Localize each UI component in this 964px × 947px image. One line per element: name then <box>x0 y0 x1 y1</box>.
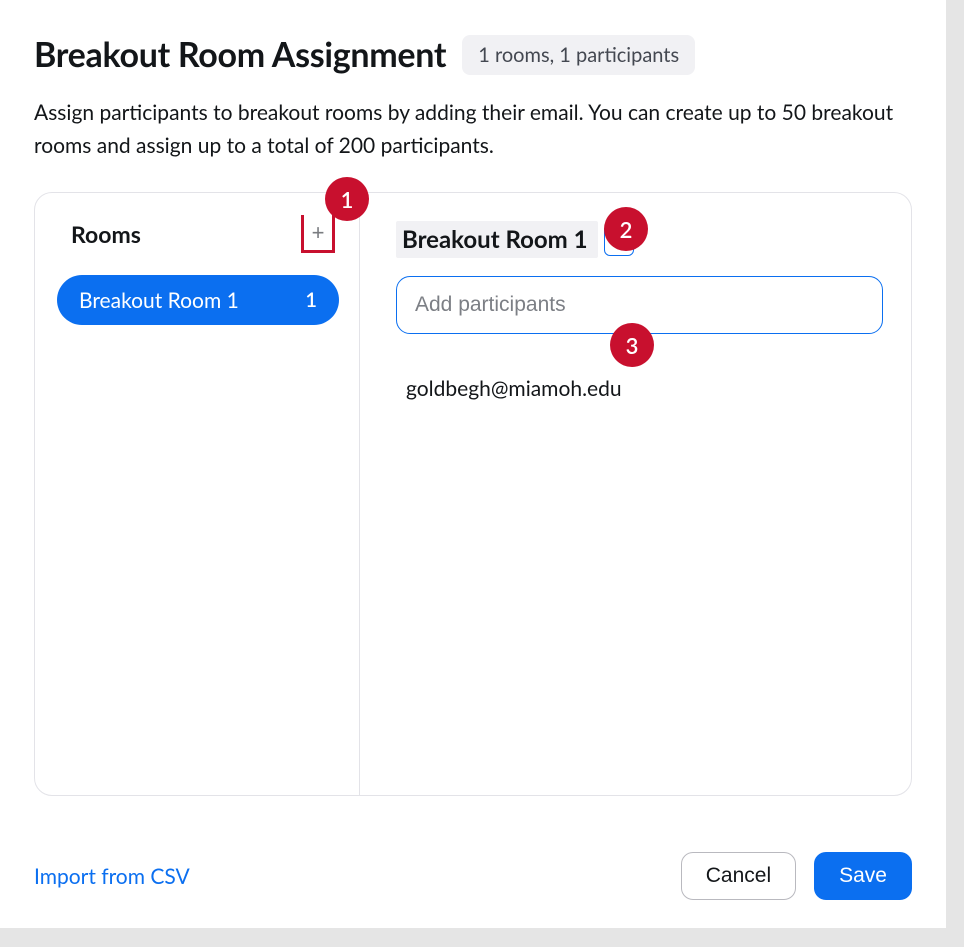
room-title-row: Breakout Room 1 <box>396 221 883 258</box>
add-room-button[interactable]: + <box>301 215 335 253</box>
header: Breakout Room Assignment 1 rooms, 1 part… <box>34 34 912 75</box>
rooms-panel: Rooms + Breakout Room 1 1 1 Breakout Roo… <box>34 192 912 796</box>
import-csv-link[interactable]: Import from CSV <box>34 864 190 889</box>
rooms-list-pane: Rooms + Breakout Room 1 1 1 <box>35 193 360 795</box>
rooms-header: Rooms + <box>57 215 339 253</box>
rooms-label: Rooms <box>71 220 141 248</box>
room-list-item[interactable]: Breakout Room 1 1 <box>57 275 339 325</box>
participants-input-wrap <box>396 276 883 334</box>
selected-room-title: Breakout Room 1 <box>396 221 598 258</box>
cancel-button[interactable]: Cancel <box>681 852 796 900</box>
participant-email: goldbegh@miamoh.edu <box>406 376 883 401</box>
room-detail-pane: Breakout Room 1 goldbegh@miamoh.edu 2 3 <box>360 193 911 795</box>
description-text: Assign participants to breakout rooms by… <box>34 97 894 162</box>
save-button[interactable]: Save <box>814 852 912 900</box>
plus-icon: + <box>312 222 325 244</box>
dialog-footer: Import from CSV Cancel Save <box>34 852 912 900</box>
participant-list: goldbegh@miamoh.edu <box>396 376 883 401</box>
footer-buttons: Cancel Save <box>681 852 912 900</box>
pencil-icon <box>611 230 627 249</box>
page-title: Breakout Room Assignment <box>34 34 446 75</box>
room-participant-count: 1 <box>305 288 317 312</box>
rename-room-button[interactable] <box>604 224 634 256</box>
add-room-wrap: + <box>301 215 335 253</box>
add-participants-input[interactable] <box>396 276 883 334</box>
breakout-room-dialog: Breakout Room Assignment 1 rooms, 1 part… <box>0 0 946 928</box>
room-name: Breakout Room 1 <box>79 288 239 313</box>
summary-badge: 1 rooms, 1 participants <box>462 35 695 75</box>
